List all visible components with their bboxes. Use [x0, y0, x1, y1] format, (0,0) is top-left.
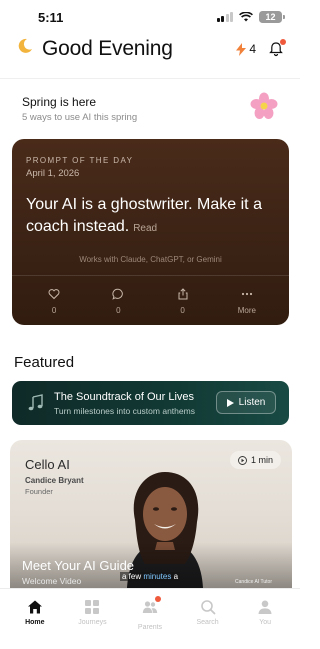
tab-search[interactable]: Search: [183, 599, 233, 649]
person-icon: [258, 600, 272, 614]
prompt-eyebrow: PROMPT OF THE DAY: [26, 156, 134, 165]
video-watermark: Candice AI Tutor: [235, 579, 272, 585]
heart-icon: [48, 289, 60, 300]
spring-title: Spring is here: [22, 95, 97, 109]
notifications-button[interactable]: [268, 39, 286, 57]
tab-journeys[interactable]: Journeys: [67, 599, 117, 649]
parents-badge: [154, 596, 161, 602]
duration-text: 1 min: [250, 455, 273, 465]
streak-count: 4: [249, 42, 256, 56]
more-label: More: [237, 306, 256, 315]
listen-label: Listen: [238, 397, 266, 408]
tab-home[interactable]: Home: [10, 599, 60, 649]
comment-icon: [112, 288, 124, 300]
prompt-date: April 1, 2026: [26, 168, 80, 179]
soundtrack-card[interactable]: The Soundtrack of Our Lives Turn milesto…: [12, 381, 289, 425]
moon-icon: [16, 37, 34, 61]
tab-label: Journeys: [78, 619, 107, 626]
tab-label: Parents: [137, 624, 163, 631]
tab-parents[interactable]: Parents: [125, 596, 175, 649]
share-count: 0: [180, 306, 185, 315]
comment-button[interactable]: 0: [98, 288, 138, 318]
prompt-text: Your AI is a ghostwriter. Make it a coac…: [26, 194, 276, 240]
featured-heading: Featured: [14, 354, 75, 371]
battery-level: 12: [265, 12, 276, 22]
play-circle-icon: [238, 455, 247, 465]
prompt-actions: 0 0 0 More: [12, 288, 289, 318]
wifi-icon: [239, 12, 253, 22]
prompt-of-the-day-card[interactable]: PROMPT OF THE DAY April 1, 2026 Your AI …: [12, 139, 289, 325]
tab-label: Search: [196, 619, 219, 626]
divider: [12, 275, 289, 276]
more-icon: [241, 292, 252, 296]
like-count: 0: [51, 306, 57, 315]
play-icon: [226, 398, 234, 407]
video-title: Meet Your AI Guide: [22, 558, 135, 573]
read-link[interactable]: Read: [133, 223, 157, 234]
divider: [0, 78, 300, 79]
status-time: 5:11: [38, 9, 64, 25]
music-note-icon: [28, 394, 43, 411]
parents-icon-wrap: [142, 596, 161, 620]
soundtrack-subtitle: Turn milestones into custom anthems: [54, 406, 195, 416]
grid-icon: [85, 600, 100, 614]
header: Good Evening 4: [0, 34, 300, 64]
video-person-role: Founder: [25, 487, 53, 496]
duration-badge: 1 min: [229, 451, 281, 469]
soundtrack-title: The Soundtrack of Our Lives: [54, 391, 195, 403]
tab-you[interactable]: You: [240, 599, 290, 649]
status-icons: 12: [216, 11, 285, 23]
flower-icon: [250, 92, 278, 119]
video-subtitle: Welcome Video: [22, 576, 82, 586]
streak-counter[interactable]: 4: [236, 42, 256, 56]
spring-subtitle: 5 ways to use AI this spring: [22, 112, 138, 123]
like-button[interactable]: 0: [34, 288, 74, 318]
more-button[interactable]: More: [227, 288, 267, 318]
tab-label: Home: [25, 619, 45, 626]
video-caption: a few minutes a: [120, 572, 181, 581]
tab-bar: Home Journeys Parents Search You: [0, 588, 300, 649]
caption-highlight: minutes: [143, 572, 172, 581]
spring-banner[interactable]: Spring is here 5 ways to use AI this spr…: [22, 92, 282, 127]
bolt-icon: [236, 42, 247, 56]
video-person-name: Candice Bryant: [25, 476, 84, 485]
greeting-title: Good Evening: [42, 37, 173, 60]
cellular-signal-icon: [216, 12, 233, 22]
works-with-note: Works with Claude, ChatGPT, or Gemini: [79, 255, 222, 264]
video-brand: Cello AI: [25, 457, 70, 472]
notification-dot: [280, 39, 286, 45]
caption-start: a few: [122, 572, 144, 581]
welcome-video-card[interactable]: Cello AI Candice Bryant Founder 1 min Me…: [10, 440, 292, 588]
share-button[interactable]: 0: [163, 288, 203, 318]
tab-label: You: [259, 619, 272, 626]
comment-count: 0: [116, 306, 121, 315]
home-icon: [27, 600, 42, 614]
listen-button[interactable]: Listen: [216, 391, 276, 414]
status-bar: 5:11 12: [0, 0, 300, 34]
battery-indicator: 12: [259, 11, 285, 23]
share-icon: [178, 288, 188, 300]
search-icon: [200, 600, 215, 615]
caption-end: a: [171, 572, 179, 581]
